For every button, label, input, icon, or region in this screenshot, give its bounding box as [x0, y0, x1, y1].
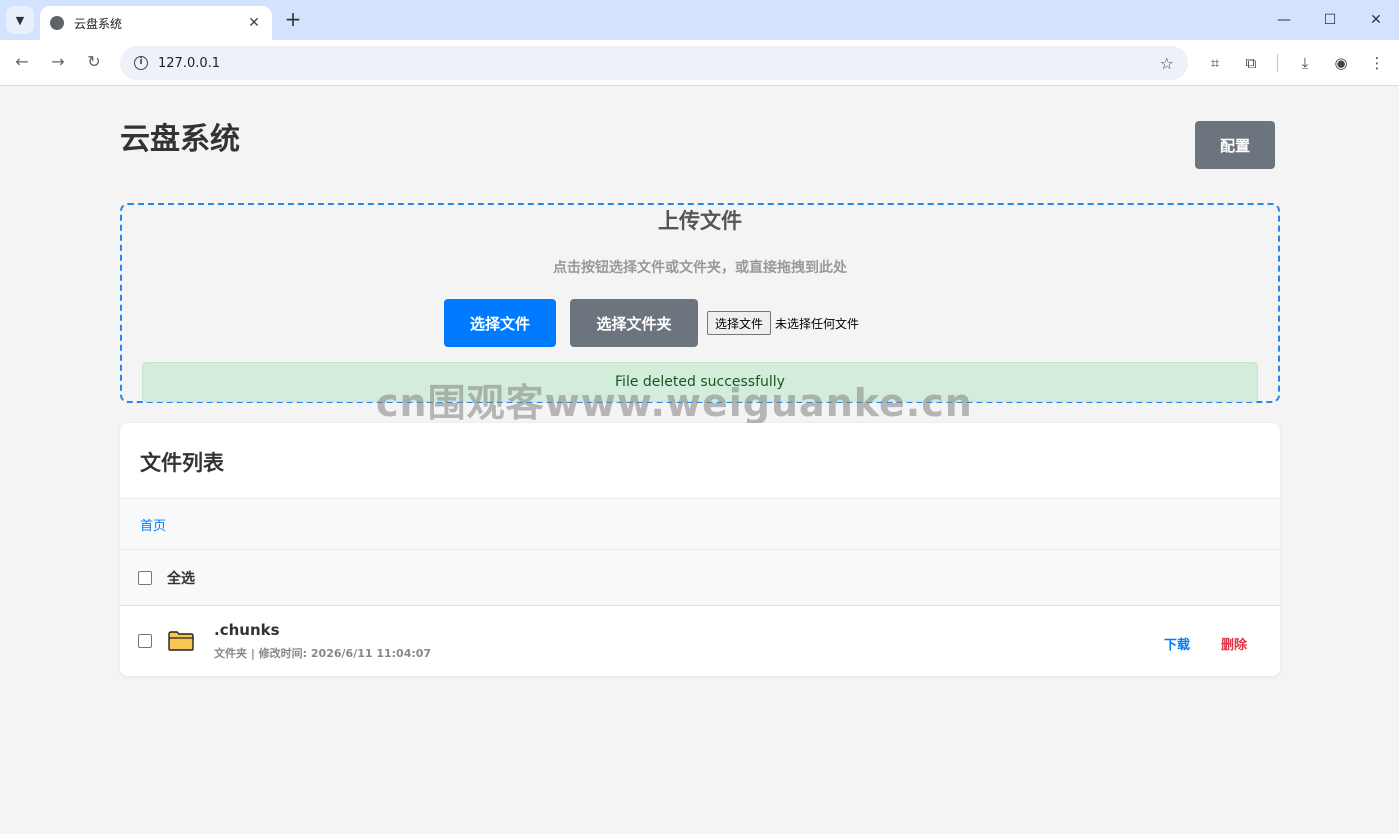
file-name[interactable]: .chunks — [214, 621, 431, 639]
forward-arrow-icon[interactable]: → — [46, 50, 70, 74]
browser-tab[interactable]: 云盘系统 ✕ — [40, 6, 272, 40]
select-all-label: 全选 — [167, 570, 195, 587]
browser-toolbar: ← → ↻ i 127.0.0.1 ☆ ⌗ ⧉ ⤓ ◉ ⋮ — [0, 40, 1399, 86]
native-file-status: 未选择任何文件 — [775, 316, 860, 331]
select-all-row: 全选 — [120, 550, 1280, 606]
upload-hint: 点击按钮选择文件或文件夹，或直接拖拽到此处 — [553, 260, 847, 276]
minimize-icon[interactable]: — — [1270, 8, 1298, 32]
native-file-button[interactable]: 选择文件 — [707, 311, 772, 335]
url-text[interactable]: 127.0.0.1 — [158, 56, 1160, 71]
select-all-checkbox[interactable] — [138, 570, 152, 585]
delete-button[interactable]: 删除 — [1221, 634, 1247, 653]
folder-icon — [168, 631, 194, 651]
chevron-down-icon: ▼ — [15, 13, 25, 27]
toolbar-divider — [1277, 54, 1278, 72]
info-icon[interactable]: i — [134, 56, 148, 70]
maximize-icon[interactable]: ☐ — [1316, 8, 1344, 32]
file-list-title: 文件列表 — [140, 451, 224, 475]
file-list-card: 文件列表 首页 全选 .chunks 文件夹 | 修改时间: 2026/6/11… — [120, 423, 1280, 676]
native-file-input[interactable]: 选择文件 未选择任何文件 — [707, 311, 859, 335]
reload-icon[interactable]: ↻ — [82, 50, 106, 74]
upload-title: 上传文件 — [658, 209, 742, 233]
back-arrow-icon[interactable]: ← — [10, 50, 34, 74]
tab-title: 云盘系统 — [74, 16, 123, 31]
window-close-icon[interactable]: ✕ — [1362, 8, 1390, 32]
crop-icon[interactable]: ⌗ — [1204, 52, 1226, 74]
page-title: 云盘系统 — [120, 122, 240, 157]
file-checkbox[interactable] — [138, 634, 152, 648]
close-icon[interactable]: ✕ — [246, 15, 262, 31]
tab-search-button[interactable]: ▼ — [6, 6, 34, 34]
list-item: .chunks 文件夹 | 修改时间: 2026/6/11 11:04:07 下… — [120, 606, 1280, 676]
watermark-text: cn围观客www.weiguanke.cn — [376, 381, 973, 425]
file-meta: 文件夹 | 修改时间: 2026/6/11 11:04:07 — [214, 647, 432, 660]
config-button[interactable]: 配置 — [1195, 121, 1275, 169]
new-tab-button[interactable]: + — [282, 8, 304, 32]
browser-titlebar: ▼ 云盘系统 ✕ + — ☐ ✕ — [0, 0, 1399, 40]
bookmark-star-icon[interactable]: ☆ — [1160, 54, 1174, 73]
upload-dropzone[interactable]: 上传文件 点击按钮选择文件或文件夹，或直接拖拽到此处 选择文件 选择文件夹 选择… — [120, 203, 1280, 403]
select-folder-button[interactable]: 选择文件夹 — [570, 299, 698, 347]
file-list-header: 文件列表 — [120, 423, 1280, 499]
download-icon[interactable]: ⤓ — [1294, 52, 1316, 74]
address-bar[interactable]: i 127.0.0.1 ☆ — [120, 46, 1188, 80]
extensions-icon[interactable]: ⧉ — [1240, 52, 1262, 74]
more-menu-icon[interactable]: ⋮ — [1366, 52, 1388, 74]
file-info: .chunks 文件夹 | 修改时间: 2026/6/11 11:04:07 — [214, 621, 431, 661]
globe-icon — [50, 16, 64, 30]
download-button[interactable]: 下载 — [1164, 634, 1190, 653]
breadcrumb: 首页 — [120, 499, 1280, 550]
breadcrumb-home-link[interactable]: 首页 — [140, 515, 166, 534]
select-file-button[interactable]: 选择文件 — [444, 299, 556, 347]
profile-icon[interactable]: ◉ — [1330, 52, 1352, 74]
upload-button-row: 选择文件 选择文件夹 选择文件 未选择任何文件 — [444, 299, 859, 347]
